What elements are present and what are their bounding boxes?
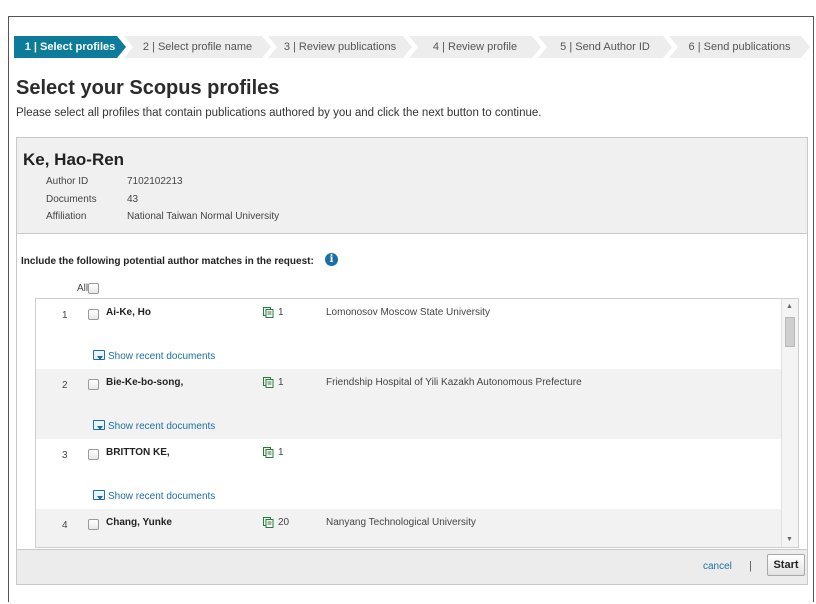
- row-number: 1: [62, 310, 68, 321]
- documents-value: 43: [127, 194, 139, 205]
- author-match-name: BRITTON KE,: [106, 447, 170, 458]
- affiliation-value: National Taiwan Normal University: [127, 211, 280, 222]
- footer-separator: |: [749, 560, 752, 572]
- info-icon[interactable]: i: [325, 253, 338, 266]
- step-review-profile[interactable]: 4 | Review profile: [409, 36, 541, 58]
- author-match-name: Bie-Ke-bo-song,: [106, 377, 184, 388]
- start-button[interactable]: Start: [767, 554, 805, 576]
- list-item: 1 Ai-Ke, Ho 1 Lomonosov Moscow State Uni…: [36, 299, 781, 369]
- documents-icon: [263, 517, 274, 528]
- list-scrollbar[interactable]: ▲ ▼: [781, 299, 798, 547]
- scroll-down-arrow-icon[interactable]: ▼: [786, 536, 793, 543]
- row-checkbox[interactable]: [88, 449, 99, 460]
- progress-steps: 1 | Select profiles 2 | Select profile n…: [14, 36, 810, 58]
- scroll-up-arrow-icon[interactable]: ▲: [786, 303, 793, 310]
- show-recent-documents-link[interactable]: Show recent documents: [93, 350, 216, 362]
- step-send-author-id[interactable]: 5 | Send Author ID: [538, 36, 672, 58]
- list-item: 4 Chang, Yunke 20 Nanyang Technological …: [36, 509, 781, 547]
- row-checkbox[interactable]: [88, 379, 99, 390]
- row-checkbox[interactable]: [88, 309, 99, 320]
- row-number: 2: [62, 380, 68, 391]
- profile-panel: Ke, Hao-Ren Author ID 7102102213 Documen…: [16, 137, 808, 585]
- row-checkbox[interactable]: [88, 519, 99, 530]
- expand-documents-icon: [93, 490, 105, 500]
- author-match-name: Ai-Ke, Ho: [106, 307, 151, 318]
- documents-icon: [263, 447, 274, 458]
- affiliation-label: Affiliation: [46, 211, 87, 222]
- document-count: 20: [278, 517, 290, 528]
- step-select-profiles[interactable]: 1 | Select profiles: [14, 36, 126, 58]
- documents-icon: [263, 377, 274, 388]
- expand-documents-icon: [93, 420, 105, 430]
- show-recent-documents-link[interactable]: Show recent documents: [93, 490, 216, 502]
- author-match-name: Chang, Yunke: [106, 517, 172, 528]
- list-item: 2 Bie-Ke-bo-song, 1 Friendship Hospital …: [36, 369, 781, 439]
- documents-icon: [263, 307, 274, 318]
- step-send-publications[interactable]: 6 | Send publications: [669, 36, 810, 58]
- match-affiliation: Nanyang Technological University: [326, 517, 476, 528]
- document-count: 1: [278, 377, 284, 388]
- scrollbar-thumb[interactable]: [785, 317, 795, 347]
- instructions-text: Please select all profiles that contain …: [16, 107, 542, 119]
- step-review-publications[interactable]: 3 | Review publications: [268, 36, 412, 58]
- page-title: Select your Scopus profiles: [16, 77, 280, 99]
- author-id-label: Author ID: [46, 176, 89, 187]
- match-affiliation: Friendship Hospital of Yili Kazakh Auton…: [326, 377, 582, 388]
- select-all-checkbox[interactable]: [88, 283, 99, 294]
- row-number: 3: [62, 450, 68, 461]
- step-select-profile-name[interactable]: 2 | Select profile name: [124, 36, 271, 58]
- show-recent-documents-label: Show recent documents: [108, 421, 216, 432]
- author-id-value: 7102102213: [127, 176, 183, 187]
- document-count: 1: [278, 447, 284, 458]
- show-recent-documents-link[interactable]: Show recent documents: [93, 420, 216, 432]
- documents-label: Documents: [46, 194, 97, 205]
- match-affiliation: Lomonosov Moscow State University: [326, 307, 490, 318]
- select-all-label: All: [77, 283, 89, 294]
- list-item: 3 BRITTON KE, 1 Show recent documents: [36, 439, 781, 509]
- author-name: Ke, Hao-Ren: [23, 150, 125, 169]
- show-recent-documents-label: Show recent documents: [108, 351, 216, 362]
- author-matches-list[interactable]: 1 Ai-Ke, Ho 1 Lomonosov Moscow State Uni…: [35, 298, 799, 548]
- document-count: 1: [278, 307, 284, 318]
- show-recent-documents-label: Show recent documents: [108, 491, 216, 502]
- expand-documents-icon: [93, 350, 105, 360]
- row-number: 4: [62, 520, 68, 531]
- author-summary: Ke, Hao-Ren Author ID 7102102213 Documen…: [17, 138, 807, 234]
- cancel-link[interactable]: cancel: [703, 561, 732, 572]
- include-matches-label: Include the following potential author m…: [21, 256, 314, 267]
- panel-footer: cancel | Start: [17, 549, 807, 584]
